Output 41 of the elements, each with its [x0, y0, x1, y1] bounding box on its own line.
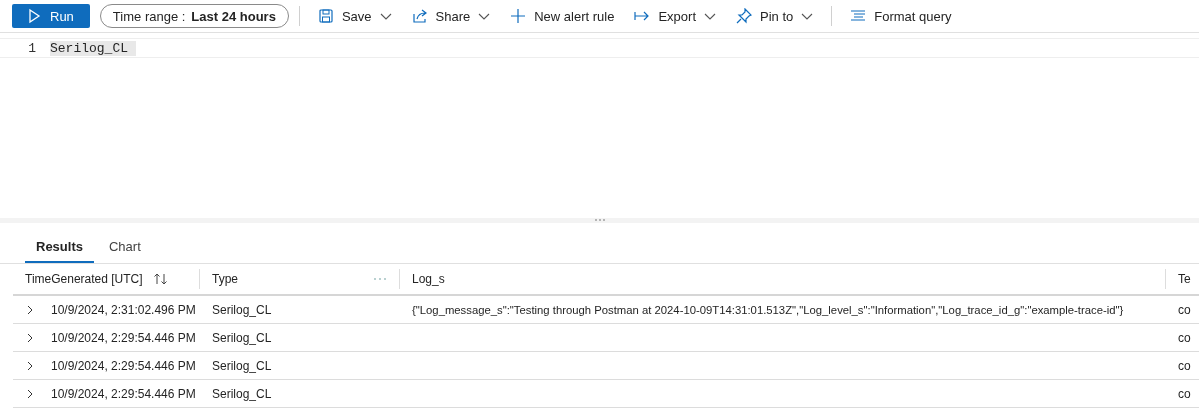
table-cell: {"Log_message_s":"Testing through Postman at 2024-10-09T14:31:01.513Z","Log_level_s":"Information","Log_trace_id_g":"example-trace-id"}	[412, 303, 1124, 316]
line-number: 1	[27, 40, 37, 56]
sort-icon[interactable]	[152, 272, 169, 286]
results-tab[interactable]: Chart	[97, 233, 152, 263]
column-header[interactable]: TimeGenerated [UTC]	[25, 272, 143, 286]
table-cell: co	[1178, 330, 1191, 345]
table-cell: 10/9/2024, 2:29:54.446 PM	[51, 358, 196, 373]
table-cell: Serilog_CL	[212, 302, 272, 317]
column-header[interactable]: Log_s	[412, 272, 445, 286]
expand-row-icon[interactable]	[25, 304, 35, 315]
table-cell: 10/9/2024, 2:29:54.446 PM	[51, 330, 196, 345]
play-icon	[26, 8, 42, 24]
table-cell: 10/9/2024, 2:29:54.446 PM	[51, 386, 196, 401]
toolbar-button[interactable]: New alert rule	[502, 2, 623, 30]
table-cell: co	[1178, 358, 1191, 373]
table-cell: co	[1178, 386, 1191, 401]
expand-row-icon[interactable]	[25, 388, 35, 399]
column-header[interactable]: Te	[1178, 272, 1191, 286]
share-icon	[411, 8, 428, 24]
plus-icon	[510, 8, 527, 24]
table-cell: co	[1178, 302, 1191, 317]
toolbar-button[interactable]: Pin to	[728, 2, 822, 30]
table-cell: 10/9/2024, 2:31:02.496 PM	[51, 302, 196, 317]
toolbar-button[interactable]: Share	[403, 2, 499, 30]
time-range-button[interactable]: Time range : Last 24 hours	[99, 4, 289, 28]
query-code: Serilog_CL	[50, 40, 136, 56]
toolbar-button[interactable]: Save	[309, 2, 400, 30]
table-cell: Serilog_CL	[212, 330, 272, 345]
toolbar-button[interactable]: Format query	[842, 2, 960, 30]
expand-row-icon[interactable]	[25, 332, 35, 343]
expand-row-icon[interactable]	[25, 360, 35, 371]
pin-icon	[736, 8, 752, 24]
format-lines-icon	[850, 8, 867, 24]
table-cell: Serilog_CL	[212, 386, 272, 401]
results-tab[interactable]: Results	[25, 233, 94, 263]
save-icon	[317, 8, 334, 24]
column-header[interactable]: Type	[212, 272, 238, 286]
splitter-handle-icon[interactable]	[593, 218, 606, 222]
toolbar-button[interactable]: Export	[626, 2, 724, 30]
table-cell: Serilog_CL	[212, 358, 272, 373]
run-button[interactable]: Run	[12, 4, 90, 28]
